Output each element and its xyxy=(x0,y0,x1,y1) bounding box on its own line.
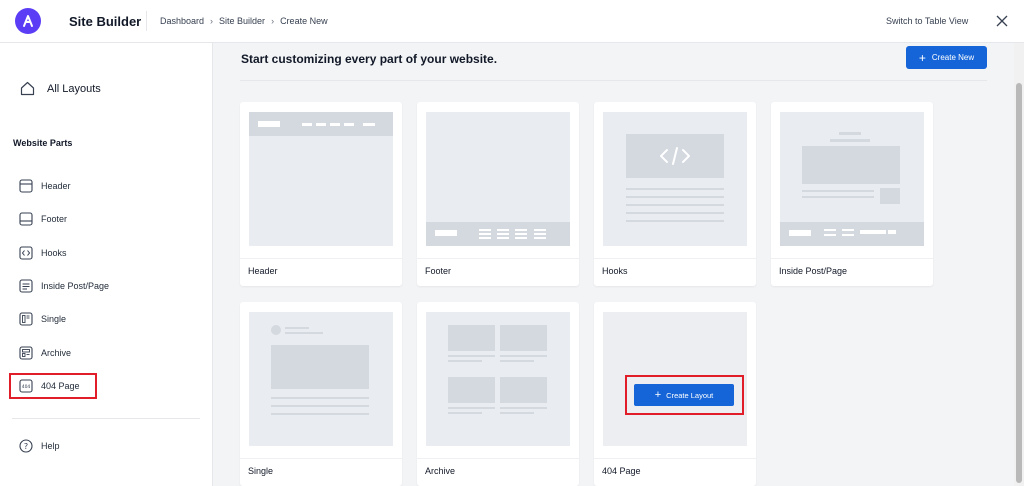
layout-card-404-page[interactable]: + Create Layout 404 Page xyxy=(594,302,756,486)
divider xyxy=(594,458,756,459)
layout-card-hooks[interactable]: Hooks xyxy=(594,102,756,286)
scrollbar[interactable] xyxy=(1014,43,1024,486)
card-preview xyxy=(426,312,570,446)
sidebar-item-footer[interactable]: Footer xyxy=(19,212,67,226)
code-icon xyxy=(19,246,33,260)
divider xyxy=(240,258,402,259)
sidebar-item-label: All Layouts xyxy=(47,82,101,95)
card-preview xyxy=(249,112,393,246)
sidebar-item-all-layouts[interactable]: All Layouts xyxy=(20,81,101,96)
divider xyxy=(417,258,579,259)
highlight-404-sidebar xyxy=(9,373,97,399)
sidebar-item-archive[interactable]: Archive xyxy=(19,346,71,360)
layout-card-inside-post[interactable]: Inside Post/Page xyxy=(771,102,933,286)
help-icon: ? xyxy=(19,439,33,453)
card-preview xyxy=(249,312,393,446)
app-title: Site Builder xyxy=(69,14,142,29)
inside-post-icon xyxy=(19,279,33,293)
sidebar-item-single[interactable]: Single xyxy=(19,312,66,326)
divider xyxy=(240,458,402,459)
breadcrumb: Dashboard › Site Builder › Create New xyxy=(160,16,328,26)
sidebar-item-label: Archive xyxy=(41,348,72,358)
code-icon xyxy=(660,147,690,165)
card-preview xyxy=(780,112,924,246)
divider xyxy=(594,258,756,259)
header-icon xyxy=(19,179,33,193)
archive-icon xyxy=(19,346,33,360)
card-label: Header xyxy=(248,266,278,276)
switch-table-view-link[interactable]: Switch to Table View xyxy=(886,16,968,26)
divider xyxy=(146,11,147,31)
chevron-right-icon: › xyxy=(210,16,214,26)
divider xyxy=(771,258,933,259)
divider xyxy=(417,458,579,459)
sidebar-item-hooks[interactable]: Hooks xyxy=(19,246,67,260)
sidebar: All Layouts Website Parts Header Footer … xyxy=(0,43,213,486)
single-icon xyxy=(19,312,33,326)
sidebar-section-heading: Website Parts xyxy=(13,138,73,148)
create-layout-button[interactable]: + Create Layout xyxy=(634,384,734,406)
sidebar-item-inside-post[interactable]: Inside Post/Page xyxy=(19,279,109,293)
plus-icon: + xyxy=(918,50,926,65)
breadcrumb-create-new: Create New xyxy=(280,16,328,26)
help-link[interactable]: ? Help xyxy=(19,439,60,453)
layout-card-single[interactable]: Single xyxy=(240,302,402,486)
card-label: Footer xyxy=(425,266,452,276)
sidebar-item-label: Single xyxy=(41,314,67,324)
card-preview xyxy=(603,112,747,246)
card-preview xyxy=(426,112,570,246)
breadcrumb-dashboard[interactable]: Dashboard xyxy=(160,16,204,26)
sidebar-item-label: Footer xyxy=(41,214,68,224)
card-label: Inside Post/Page xyxy=(779,266,848,276)
sidebar-item-header[interactable]: Header xyxy=(19,179,71,193)
create-new-button[interactable]: + Create New xyxy=(906,46,987,69)
svg-text:?: ? xyxy=(24,442,28,451)
layout-card-archive[interactable]: Archive xyxy=(417,302,579,486)
scrollbar-thumb[interactable] xyxy=(1016,83,1022,483)
layout-card-header[interactable]: Header xyxy=(240,102,402,286)
layout-card-footer[interactable]: Footer xyxy=(417,102,579,286)
divider xyxy=(240,80,987,81)
sidebar-item-label: Header xyxy=(41,181,71,191)
card-preview: + Create Layout xyxy=(603,312,747,446)
sidebar-item-label: Hooks xyxy=(41,248,67,258)
breadcrumb-site-builder[interactable]: Site Builder xyxy=(219,16,265,26)
home-icon xyxy=(20,81,35,96)
chevron-right-icon: › xyxy=(271,16,275,26)
card-label: Archive xyxy=(425,466,456,476)
card-label: Single xyxy=(248,466,274,476)
logo-icon[interactable] xyxy=(15,8,41,34)
close-icon[interactable] xyxy=(994,13,1010,29)
divider xyxy=(12,418,200,419)
top-bar: Site Builder Dashboard › Site Builder › … xyxy=(0,0,1024,43)
create-new-label: Create New xyxy=(931,53,975,62)
sidebar-item-label: Inside Post/Page xyxy=(41,281,110,291)
plus-icon: + xyxy=(654,388,662,401)
card-label: 404 Page xyxy=(602,466,641,476)
page-title: Start customizing every part of your web… xyxy=(241,52,498,66)
card-label: Hooks xyxy=(602,266,628,276)
create-layout-label: Create Layout xyxy=(666,390,714,400)
help-label: Help xyxy=(41,441,60,451)
footer-icon xyxy=(19,212,33,226)
